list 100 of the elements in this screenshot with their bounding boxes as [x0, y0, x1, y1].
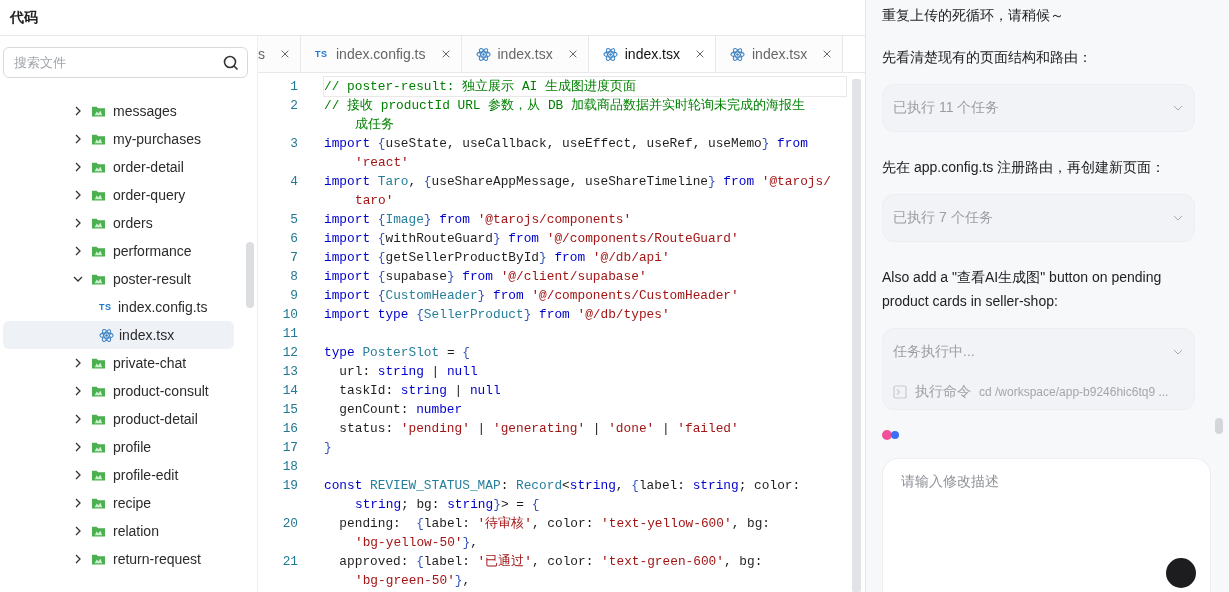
task-title: 已执行 7 个任务 — [893, 209, 993, 227]
folder-icon — [91, 272, 106, 286]
folder-icon — [91, 412, 106, 426]
line-number: 6 — [289, 230, 299, 248]
folder-icon — [91, 104, 106, 118]
code-line: import {withRouteGuard} from '@/components/RouteGuard' — [324, 230, 740, 248]
tree-label[interactable]: product-detail — [113, 411, 198, 427]
task-title: 已执行 11 个任务 — [893, 99, 1000, 117]
code-line: const REVIEW_STATUS_MAP: Record<string, {label: string; color: string; bg: string}> = { — [324, 477, 802, 514]
react-atom-icon — [99, 327, 114, 343]
tree-label[interactable]: index.tsx — [119, 327, 175, 343]
code-line: genCount: number — [338, 401, 464, 419]
folder-icon — [91, 552, 106, 566]
code-line: taskId: string | null — [338, 382, 502, 400]
chat-message: 重复上传的死循环，请稍候～ — [882, 6, 1064, 25]
file-type-icon: TS — [315, 49, 329, 59]
folder-icon — [91, 356, 106, 370]
tree-label[interactable]: order-detail — [113, 159, 184, 175]
close-icon — [695, 49, 705, 59]
close-icon — [440, 49, 451, 59]
code-line: // poster-result: 独立展示 AI 生成图进度页面 — [324, 77, 846, 96]
code-line: approved: {label: '已通过', color: 'text-green-600', bg: 'bg-green-50'}, — [338, 553, 764, 590]
message-input[interactable]: 请输入修改描述 — [882, 458, 1211, 592]
selected-row[interactable]: index.tsx — [3, 321, 234, 349]
tree-label[interactable]: index.config.ts — [118, 299, 208, 315]
editor-tab[interactable]: s — [258, 36, 301, 72]
tree-label[interactable]: profile — [113, 439, 152, 455]
scrollbar[interactable] — [852, 79, 861, 592]
line-number: 7 — [289, 249, 299, 267]
line-number: 13 — [281, 363, 299, 381]
code-line: import {useState, useCallback, useEffect, useRef, useMemo} from 'react' — [324, 135, 809, 172]
line-number: 19 — [281, 477, 299, 495]
command-text: cd /workspace/app-b9246hic6tq9 ... — [979, 385, 1169, 399]
terminal-icon — [893, 385, 907, 399]
line-number: 15 — [281, 401, 299, 419]
close-icon — [567, 49, 578, 59]
line-number: 5 — [289, 211, 299, 229]
line-number: 3 — [289, 135, 299, 153]
code-line: import Taro, {useShareAppMessage, useShareTimeline} from '@tarojs/ taro' — [324, 173, 832, 210]
folder-icon — [91, 188, 106, 202]
line-number: 2 — [289, 97, 299, 115]
file-type-icon: TS — [99, 302, 113, 312]
folder-icon — [91, 524, 106, 538]
tree-label[interactable]: orders — [113, 215, 153, 231]
task-title: 任务执行中... — [893, 343, 975, 361]
search-field[interactable]: 搜索文件 — [3, 47, 248, 78]
line-number: 11 — [281, 325, 299, 343]
tree-label[interactable]: product-consult — [113, 383, 209, 399]
code-line: import {getSellerProductById} from '@/db/api' — [324, 249, 671, 267]
tree-label[interactable]: poster-result — [113, 271, 191, 287]
line-number: 1 — [289, 78, 299, 96]
line-number: 8 — [289, 268, 299, 286]
react-atom-icon — [730, 46, 745, 62]
code-line: import type {SellerProduct} from '@/db/types' — [324, 306, 671, 324]
message-field[interactable]: 请输入修改描述 — [899, 471, 1183, 515]
line-number: 9 — [289, 287, 299, 305]
command-label: 执行命令 — [915, 383, 971, 401]
tree-label[interactable]: recipe — [113, 495, 152, 511]
folder-icon — [91, 244, 106, 258]
tree-label[interactable]: private-chat — [113, 355, 187, 371]
scrollbar[interactable] — [1215, 418, 1223, 434]
react-atom-icon — [602, 46, 618, 62]
tree-label[interactable]: messages — [113, 103, 177, 119]
folder-icon — [91, 384, 106, 398]
line-number: 21 — [281, 553, 299, 571]
code-line: // 接收 productId URL 参数，从 DB 加载商品数据并实时轮询未完成的海报生 成任务 — [324, 97, 806, 134]
line-number: 16 — [281, 420, 299, 438]
line-number: 12 — [281, 344, 299, 362]
round-button[interactable] — [1166, 558, 1196, 588]
search-icon[interactable] — [223, 55, 239, 71]
folder-icon — [91, 440, 106, 454]
line-number: 10 — [281, 306, 299, 324]
code-line: import {Image} from '@tarojs/components' — [324, 211, 633, 229]
scrollbar[interactable] — [246, 242, 254, 308]
code-line: } — [324, 439, 333, 457]
code-line: type PosterSlot = { — [324, 344, 471, 362]
code-line: import {supabase} from '@/client/supabase' — [324, 268, 648, 286]
tree-label[interactable]: return-request — [113, 551, 201, 567]
typing-dots-icon — [882, 430, 900, 440]
code-line: import {CustomHeader} from '@/components/CustomHeader' — [324, 287, 740, 305]
line-number: 4 — [289, 173, 299, 191]
folder-icon — [91, 160, 106, 174]
line-number: 20 — [281, 515, 299, 533]
close-icon — [822, 49, 833, 59]
code-line: url: string | null — [338, 363, 479, 381]
close-icon — [280, 49, 290, 59]
tree-label[interactable]: order-query — [113, 187, 186, 203]
tree-label[interactable]: my-purchases — [113, 131, 201, 147]
tree-label[interactable]: performance — [113, 243, 192, 259]
folder-icon — [91, 132, 106, 146]
react-atom-icon — [475, 46, 491, 62]
tree-label[interactable]: profile-edit — [113, 467, 179, 483]
chat-message: Also add a "查看AI生成图" button on pending product cards in seller-shop: — [882, 268, 1163, 311]
line-number: 17 — [281, 439, 299, 457]
chat-message: 先在 app.config.ts 注册路由，再创建新页面： — [882, 158, 1166, 177]
tree-label[interactable]: relation — [113, 523, 159, 539]
code-line: status: 'pending' | 'generating' | 'done' | 'failed' — [338, 420, 740, 438]
folder-icon — [91, 216, 106, 230]
panel-title: 代码 — [10, 8, 38, 27]
folder-icon — [91, 468, 106, 482]
